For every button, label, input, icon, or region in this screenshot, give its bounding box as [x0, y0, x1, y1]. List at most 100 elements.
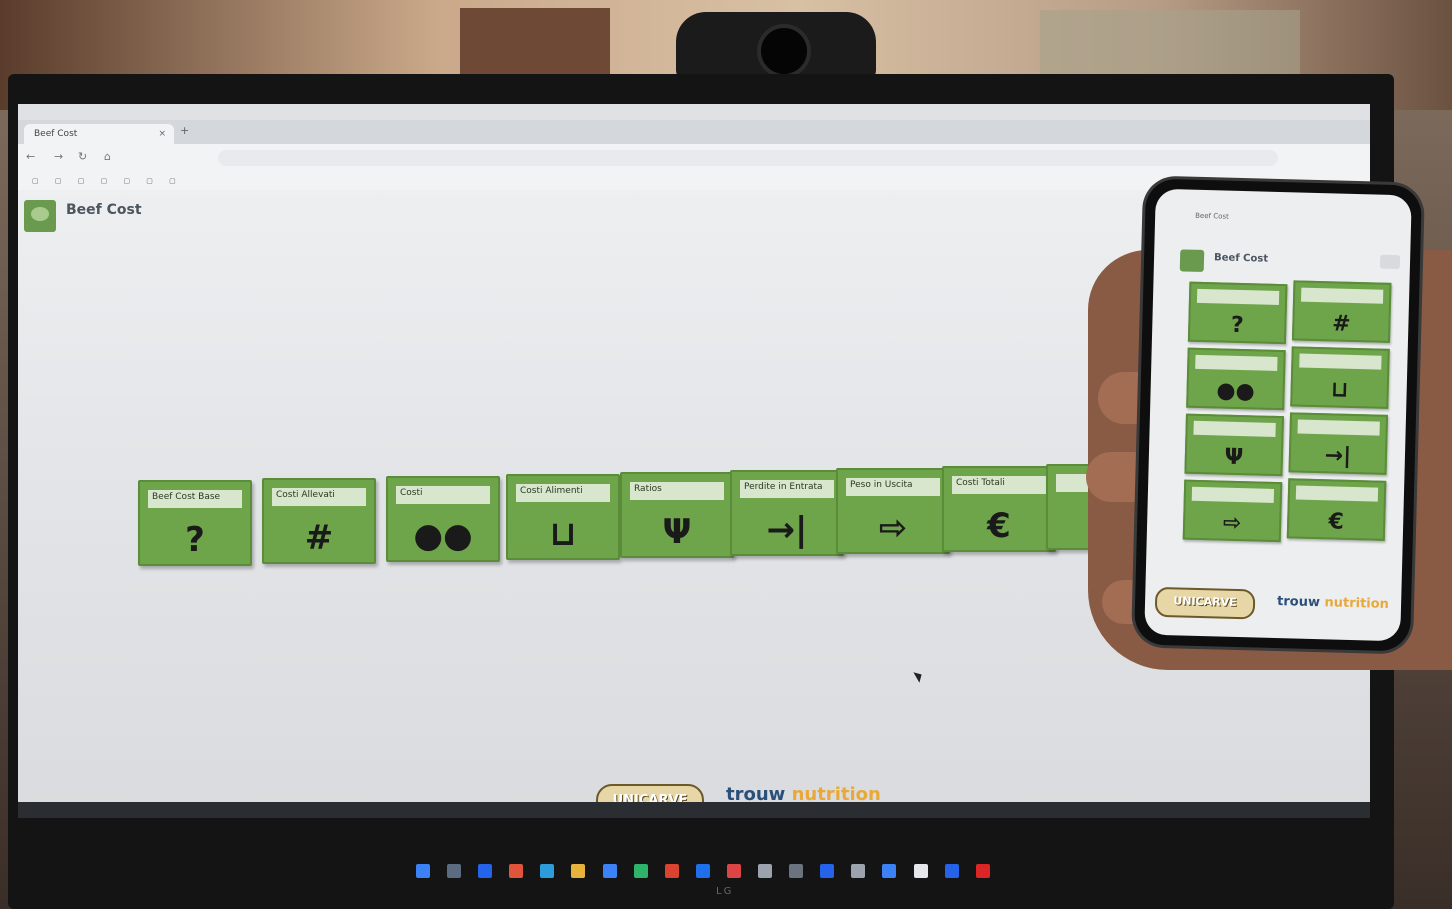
windows-taskbar	[410, 858, 1030, 884]
tile-ratios[interactable]: Ratios Ψ	[620, 472, 734, 558]
taskbar-app-icon[interactable]	[789, 864, 804, 878]
phone-tile[interactable]: ⇨	[1182, 479, 1283, 543]
tile-label: Costi	[396, 486, 490, 504]
new-tab-icon[interactable]: +	[180, 124, 189, 137]
bookmark-item[interactable]: ▢	[123, 172, 130, 190]
phone-tile[interactable]: #	[1291, 280, 1392, 343]
url-input[interactable]	[218, 150, 1278, 166]
bookmark-item[interactable]: ▢	[55, 172, 62, 190]
taskbar-app-icon[interactable]	[602, 864, 617, 878]
taskbar-app-icon[interactable]	[447, 864, 462, 878]
phone-tile[interactable]: €	[1286, 478, 1387, 541]
tile-label	[1195, 354, 1278, 371]
taskbar-app-icon[interactable]	[913, 864, 928, 878]
tile-perdite-entrata[interactable]: Perdite in Entrata →|	[730, 470, 844, 556]
cart-icon: ⊔	[549, 514, 577, 554]
bookmark-item[interactable]: ▢	[169, 172, 176, 190]
home-icon[interactable]: ⌂	[104, 150, 111, 163]
question-icon: ?	[185, 520, 205, 560]
phone-status-bar	[1156, 189, 1412, 210]
tile-costi[interactable]: Costi ●●	[386, 476, 500, 562]
tile-costi-allevati[interactable]: Costi Allevati #	[262, 478, 376, 564]
tab-title: Beef Cost	[34, 129, 78, 139]
phone-tile[interactable]: Ψ	[1184, 413, 1284, 477]
browser-addressbar: ← → ↻ ⌂	[18, 144, 1370, 172]
bookmark-item[interactable]: ▢	[78, 172, 85, 190]
browser-tab[interactable]: Beef Cost ×	[24, 124, 174, 144]
tile-beef-cost-base[interactable]: Beef Cost Base ?	[138, 480, 252, 566]
taskbar-app-icon[interactable]	[944, 864, 959, 878]
tile-label: Costi Allevati	[272, 488, 366, 506]
taskbar-app-icon[interactable]	[478, 864, 493, 878]
tile-label	[1297, 419, 1380, 436]
taskbar-app-icon[interactable]	[664, 864, 679, 878]
bookmark-item[interactable]: ▢	[32, 172, 39, 190]
tile-label	[1300, 287, 1384, 304]
phone-tile[interactable]: →|	[1288, 412, 1389, 475]
taskbar-app-icon[interactable]	[851, 864, 866, 878]
tile-label: Beef Cost Base	[148, 490, 242, 508]
taskbar-app-icon[interactable]	[882, 864, 897, 878]
tile-label: Costi Alimenti	[516, 484, 610, 502]
taskbar-app-icon[interactable]	[758, 864, 773, 878]
tile-label	[1295, 485, 1379, 502]
reload-icon[interactable]: ↻	[78, 150, 87, 163]
tile-costi-alimenti[interactable]: Costi Alimenti ⊔	[506, 474, 620, 560]
cart-icon: ⊔	[1330, 377, 1349, 403]
close-icon[interactable]: ×	[158, 124, 166, 144]
bookmark-item[interactable]: ▢	[146, 172, 153, 190]
tile-label	[1299, 353, 1382, 370]
forward-icon[interactable]: →	[54, 150, 63, 163]
taskbar-app-icon[interactable]	[820, 864, 835, 878]
unicarve-logo: UNICARVE	[1154, 586, 1256, 620]
taskbar-strip	[18, 802, 1370, 818]
browser-menubar	[18, 104, 1370, 120]
taskbar-app-icon[interactable]	[540, 864, 555, 878]
mouse-cursor	[913, 669, 925, 683]
taskbar-app-icon[interactable]	[726, 864, 741, 878]
start-icon[interactable]	[416, 864, 430, 878]
page-title: Beef Cost	[66, 202, 142, 218]
phone-url-title: Beef Cost	[1195, 211, 1229, 221]
app-logo	[1179, 249, 1205, 273]
tile-costi-totali[interactable]: Costi Totali €	[942, 466, 1056, 552]
menu-tiles: Beef Cost Base ? Costi Allevati # Costi …	[138, 464, 1238, 574]
phone-url-bar[interactable]: Beef Cost	[1155, 211, 1411, 240]
trouw-nutrition-logo: trouw nutrition	[1277, 594, 1389, 612]
fork-knife-icon: Ψ	[1224, 444, 1244, 471]
euro-icon: €	[1328, 509, 1345, 535]
taskbar-app-icon[interactable]	[571, 864, 586, 878]
app-logo	[24, 200, 56, 232]
tile-peso-uscita[interactable]: Peso in Uscita ⇨	[836, 468, 950, 554]
browser-tabbar: Beef Cost × +	[18, 120, 1370, 144]
tile-label: Peso in Uscita	[846, 478, 940, 496]
fork-knife-icon: Ψ	[662, 512, 692, 552]
webcam-lens	[757, 24, 811, 78]
question-icon: ?	[1230, 312, 1245, 339]
arrow-bar-icon: →|	[1324, 443, 1352, 469]
phone-page-title: Beef Cost	[1213, 252, 1269, 265]
taskbar-app-icon[interactable]	[633, 864, 648, 878]
arrow-bar-icon: →|	[766, 510, 808, 550]
fence-icon: #	[304, 518, 334, 558]
euro-icon: €	[987, 506, 1011, 546]
phone-tile[interactable]: ?	[1187, 281, 1288, 345]
phone-tile[interactable]: ⊔	[1290, 346, 1390, 409]
phone-menu-button[interactable]	[1379, 254, 1401, 270]
logo-text: nutrition	[1324, 595, 1390, 612]
tile-label: Ratios	[630, 482, 724, 500]
taskbar-app-icon[interactable]	[509, 864, 524, 878]
back-icon[interactable]: ←	[26, 150, 35, 163]
taskbar-app-icon[interactable]	[695, 864, 710, 878]
smartphone: Beef Cost Beef Cost ? # ●● ⊔ Ψ →| ⇨ € UN…	[1133, 178, 1423, 652]
phone-footer-logos: UNICARVE trouw nutrition	[1154, 586, 1401, 633]
arrow-right-icon: ⇨	[1222, 510, 1242, 537]
phone-app-header: Beef Cost	[1154, 245, 1411, 282]
tile-label	[1191, 486, 1275, 503]
bookmark-item[interactable]: ▢	[101, 172, 108, 190]
phone-tile[interactable]: ●●	[1186, 347, 1286, 411]
arrow-right-icon: ⇨	[878, 508, 908, 548]
taskbar-app-icon[interactable]	[975, 864, 990, 878]
monitor-brand: LG	[716, 886, 734, 897]
phone-screen: Beef Cost Beef Cost ? # ●● ⊔ Ψ →| ⇨ € UN…	[1144, 188, 1412, 642]
